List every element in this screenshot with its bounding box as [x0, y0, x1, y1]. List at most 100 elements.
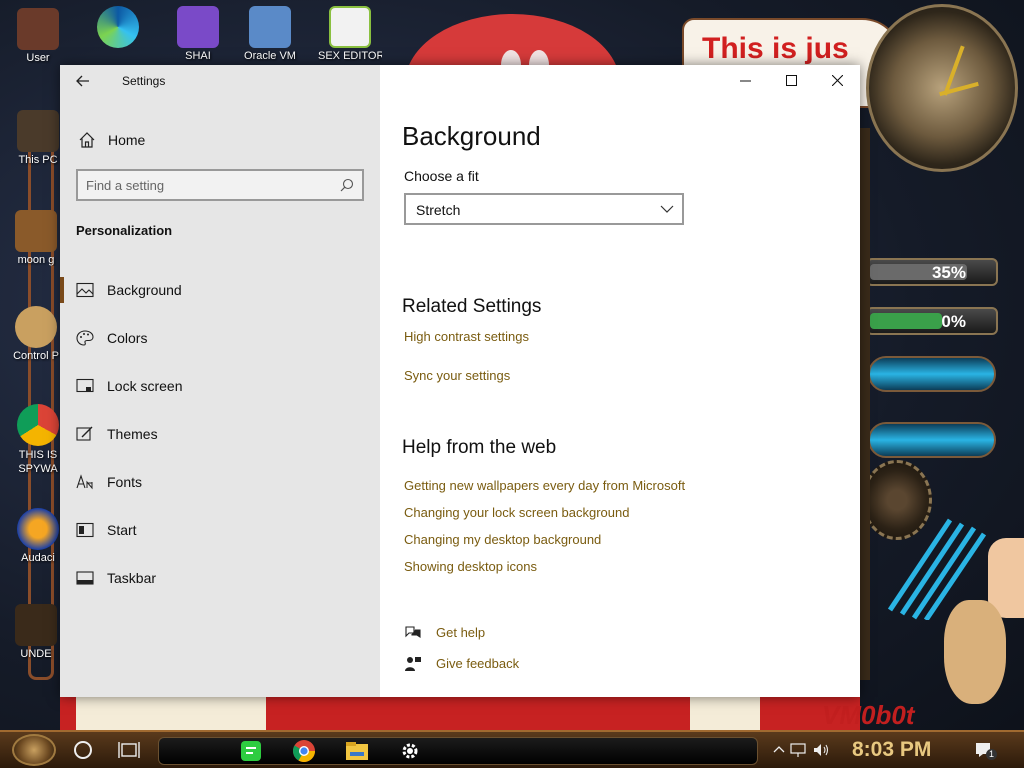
maximize-button[interactable] — [768, 65, 814, 97]
feedback-icon — [405, 657, 421, 671]
sidebar-item-taskbar[interactable]: Taskbar — [60, 558, 380, 598]
close-button[interactable] — [814, 65, 860, 97]
memory-gauge: 0% — [866, 307, 998, 335]
memory-gauge-label: 0% — [941, 312, 966, 331]
settings-window: Settings Home Personalization Background… — [60, 65, 860, 697]
fit-dropdown[interactable]: Stretch — [404, 193, 684, 225]
desktop-icon-user[interactable]: User — [6, 8, 70, 64]
notification-center-button[interactable]: 1 — [974, 741, 998, 760]
desktop-icon-label: User — [26, 52, 50, 64]
get-help-link[interactable]: Get help — [404, 623, 604, 643]
lock-screen-icon — [76, 378, 94, 393]
minimize-icon — [739, 80, 751, 82]
desktop-icon-label: SEX EDITOR — [318, 50, 382, 62]
desktop-icon-label: Oracle VM — [244, 50, 296, 62]
memory-gauge-fill — [870, 313, 942, 329]
sidebar-item-fonts[interactable]: Fonts — [60, 462, 380, 502]
start-icon — [76, 522, 94, 538]
desktop-icon-label: moon g — [17, 254, 55, 266]
cpu-gauge-label: 35% — [931, 263, 966, 282]
related-settings-heading: Related Settings — [402, 296, 542, 317]
sync-settings-link[interactable]: Sync your settings — [404, 368, 510, 383]
help-link-desktop-icons[interactable]: Showing desktop icons — [404, 559, 537, 574]
chevron-up-icon[interactable] — [770, 741, 788, 759]
help-heading: Help from the web — [402, 437, 557, 458]
taskbar-clock[interactable]: 8:03 PM — [852, 738, 931, 762]
sidebar-item-background[interactable]: Background — [60, 270, 380, 310]
help-link-desktop-background[interactable]: Changing my desktop background — [404, 532, 601, 547]
get-help-label: Get help — [436, 625, 486, 640]
volume-icon[interactable] — [812, 741, 830, 759]
sidebar-item-label: Themes — [107, 426, 158, 442]
tube-gauge-2 — [868, 422, 996, 458]
back-button[interactable] — [70, 69, 96, 93]
vm-text: VM0b0t — [822, 700, 915, 730]
sidebar-item-label: Lock screen — [107, 378, 183, 394]
desktop-icon-label: UNDE — [20, 648, 52, 660]
clock-widget — [866, 4, 1018, 172]
sidebar-item-label: Fonts — [107, 474, 143, 490]
palette-icon — [76, 330, 94, 346]
fit-dropdown-value: Stretch — [416, 202, 461, 218]
desktop-icon-visual-studio[interactable]: SHAI — [166, 6, 230, 62]
close-icon — [831, 74, 843, 87]
desktop-icon-virtualbox[interactable]: Oracle VM — [238, 6, 302, 62]
sidebar-item-lock-screen[interactable]: Lock screen — [60, 366, 380, 406]
give-feedback-label: Give feedback — [436, 656, 520, 671]
fit-label: Choose a fit — [404, 168, 479, 184]
fonts-icon — [76, 474, 93, 490]
sidebar-item-label: Colors — [107, 330, 148, 346]
sidebar-item-label: Background — [107, 282, 182, 298]
home-label: Home — [108, 132, 146, 148]
search-input[interactable] — [86, 175, 326, 195]
desktop-icon-hxd[interactable]: SEX EDITOR — [318, 6, 382, 62]
taskbar: 8:03 PM 1 — [0, 730, 1024, 768]
arrow-left-icon — [76, 75, 89, 87]
search-icon — [340, 178, 354, 192]
sidebar-item-label: Taskbar — [107, 570, 157, 586]
taskbar-icon — [76, 571, 94, 585]
chrome-icon[interactable] — [291, 738, 317, 764]
desktop-icon-edge[interactable] — [86, 6, 150, 50]
page-title: Background — [402, 121, 541, 151]
tube-gauge-1 — [868, 356, 996, 392]
title-bar: Settings — [60, 65, 380, 97]
sidebar-item-colors[interactable]: Colors — [60, 318, 380, 358]
home-nav-item[interactable]: Home — [76, 127, 366, 155]
desktop-icon-moon[interactable]: moon g — [4, 210, 68, 266]
cortana-icon[interactable] — [74, 741, 92, 759]
desktop-icon-label: Control P — [13, 350, 59, 362]
get-help-icon — [405, 626, 421, 639]
settings-gear-icon[interactable] — [397, 738, 423, 764]
sidebar-item-start[interactable]: Start — [60, 510, 380, 550]
task-view-icon[interactable] — [118, 740, 140, 760]
cpu-gauge: 35% — [866, 258, 998, 286]
notification-count: 1 — [986, 749, 997, 760]
hamster-decoration — [944, 600, 1006, 704]
sidebar-item-label: Start — [107, 522, 137, 538]
file-explorer-icon[interactable] — [344, 738, 370, 764]
give-feedback-link[interactable]: Give feedback — [404, 654, 604, 674]
section-title: Personalization — [76, 223, 173, 238]
home-icon — [79, 132, 95, 148]
help-link-wallpapers[interactable]: Getting new wallpapers every day from Mi… — [404, 478, 685, 493]
minimize-button[interactable] — [722, 65, 768, 97]
help-link-lock-screen[interactable]: Changing your lock screen background — [404, 505, 629, 520]
desktop-icon-control-panel[interactable]: Control P — [4, 306, 68, 362]
start-button[interactable] — [12, 734, 56, 766]
sidebar-item-themes[interactable]: Themes — [60, 414, 380, 454]
high-contrast-link[interactable]: High contrast settings — [404, 329, 529, 344]
desktop-icon-under[interactable]: UNDE — [4, 604, 68, 660]
chevron-down-icon — [660, 205, 674, 213]
search-box[interactable] — [76, 169, 364, 201]
app-title: Settings — [122, 74, 166, 88]
speech-bubble-text: This is jus — [702, 32, 849, 65]
wallpaper-band — [60, 697, 860, 733]
themes-icon — [76, 426, 93, 441]
network-icon[interactable] — [789, 741, 807, 759]
image-icon — [76, 282, 94, 298]
desktop-icon-label: SHAI — [185, 50, 211, 62]
maximize-icon — [785, 75, 797, 86]
content-pane: Background Choose a fit Stretch Related … — [380, 65, 860, 697]
messaging-app-icon[interactable] — [238, 738, 264, 764]
